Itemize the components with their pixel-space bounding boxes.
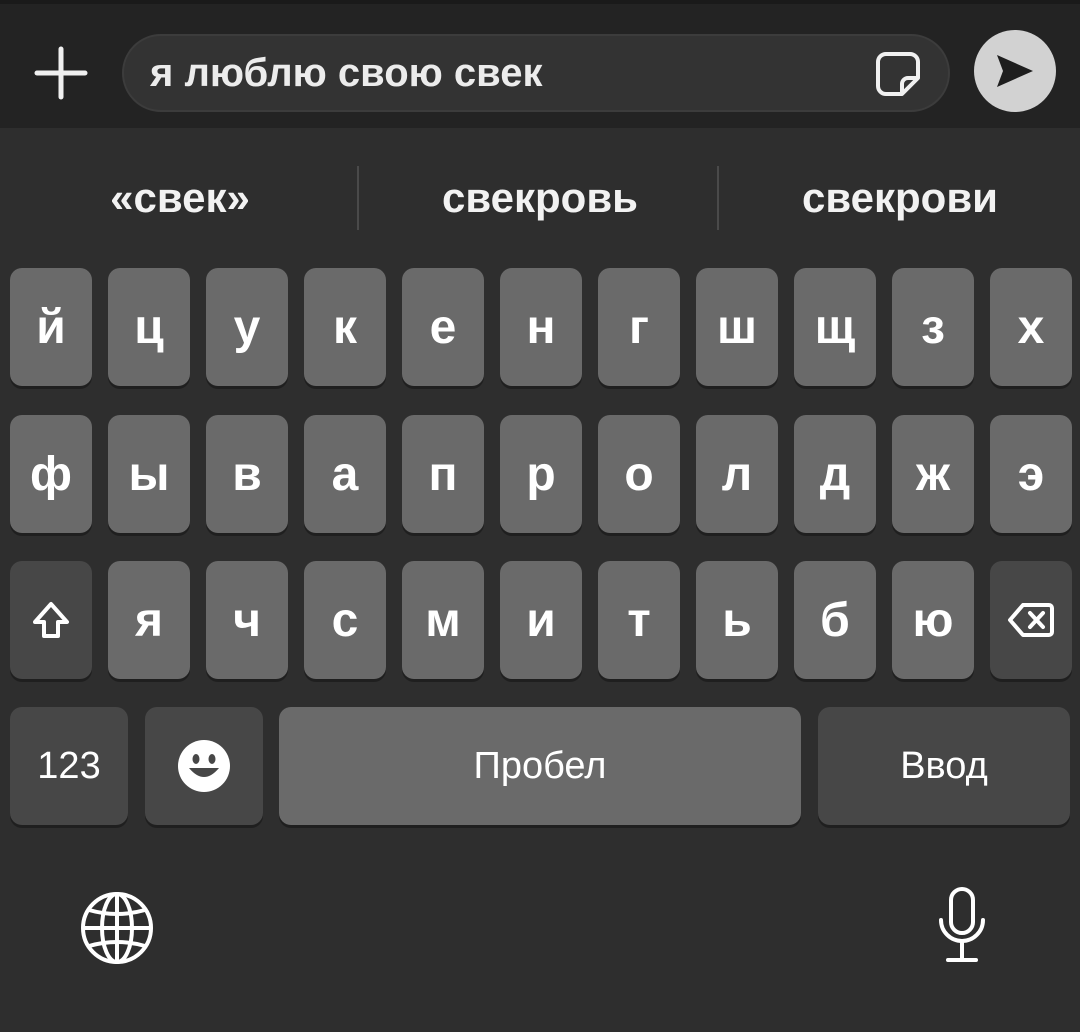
message-input[interactable]: я люблю свою свек bbox=[122, 34, 950, 112]
key-letter[interactable]: б bbox=[794, 561, 876, 679]
space-key[interactable]: Пробел bbox=[279, 707, 801, 825]
suggestion-item[interactable]: свекрови bbox=[720, 158, 1080, 238]
key-letter[interactable]: х bbox=[990, 268, 1072, 386]
shift-key[interactable] bbox=[10, 561, 92, 679]
emoji-key[interactable] bbox=[145, 707, 263, 825]
sticker-button[interactable] bbox=[872, 48, 924, 100]
key-letter[interactable]: с bbox=[304, 561, 386, 679]
key-letter[interactable]: э bbox=[990, 415, 1072, 533]
key-letter[interactable]: я bbox=[108, 561, 190, 679]
keyboard: «свек» свекровь свекрови й ц у к е н г ш… bbox=[0, 128, 1080, 1032]
globe-icon bbox=[81, 892, 153, 964]
key-letter[interactable]: м bbox=[402, 561, 484, 679]
key-letter[interactable]: о bbox=[598, 415, 680, 533]
enter-key[interactable]: Ввод bbox=[818, 707, 1070, 825]
key-letter[interactable]: н bbox=[500, 268, 582, 386]
key-letter[interactable]: у bbox=[206, 268, 288, 386]
emoji-icon bbox=[178, 740, 230, 792]
send-button[interactable] bbox=[974, 30, 1056, 112]
backspace-key[interactable] bbox=[990, 561, 1072, 679]
numbers-key[interactable]: 123 bbox=[10, 707, 128, 825]
key-letter[interactable]: щ bbox=[794, 268, 876, 386]
backspace-icon bbox=[1008, 603, 1054, 637]
key-letter[interactable]: з bbox=[892, 268, 974, 386]
key-letter[interactable]: е bbox=[402, 268, 484, 386]
key-letter[interactable]: ю bbox=[892, 561, 974, 679]
suggestion-divider bbox=[717, 166, 719, 230]
sticker-icon bbox=[876, 52, 920, 96]
key-letter[interactable]: ч bbox=[206, 561, 288, 679]
key-letter[interactable]: ж bbox=[892, 415, 974, 533]
suggestion-item[interactable]: «свек» bbox=[0, 158, 360, 238]
key-letter[interactable]: ф bbox=[10, 415, 92, 533]
suggestion-bar: «свек» свекровь свекрови bbox=[0, 158, 1080, 238]
screen: я люблю свою свек «свек» свекровь свекро… bbox=[0, 0, 1080, 1032]
key-letter[interactable]: л bbox=[696, 415, 778, 533]
key-letter[interactable]: ц bbox=[108, 268, 190, 386]
key-letter[interactable]: т bbox=[598, 561, 680, 679]
key-letter[interactable]: ь bbox=[696, 561, 778, 679]
suggestion-item[interactable]: свекровь bbox=[360, 158, 720, 238]
key-letter[interactable]: д bbox=[794, 415, 876, 533]
key-letter[interactable]: в bbox=[206, 415, 288, 533]
key-letter[interactable]: р bbox=[500, 415, 582, 533]
message-text: я люблю свою свек bbox=[150, 51, 543, 95]
key-letter[interactable]: п bbox=[402, 415, 484, 533]
key-letter[interactable]: й bbox=[10, 268, 92, 386]
key-letter[interactable]: и bbox=[500, 561, 582, 679]
compose-bar: я люблю свою свек bbox=[0, 0, 1080, 128]
key-letter[interactable]: к bbox=[304, 268, 386, 386]
key-letter[interactable]: ы bbox=[108, 415, 190, 533]
key-letter[interactable]: а bbox=[304, 415, 386, 533]
send-icon bbox=[997, 55, 1033, 87]
suggestion-divider bbox=[357, 166, 359, 230]
key-letter[interactable]: ш bbox=[696, 268, 778, 386]
language-switch-button[interactable] bbox=[77, 888, 157, 968]
shift-icon bbox=[33, 602, 69, 638]
plus-icon bbox=[34, 46, 88, 100]
microphone-button[interactable] bbox=[922, 886, 1002, 966]
microphone-icon bbox=[939, 887, 985, 962]
key-letter[interactable]: г bbox=[598, 268, 680, 386]
attach-button[interactable] bbox=[26, 38, 96, 108]
